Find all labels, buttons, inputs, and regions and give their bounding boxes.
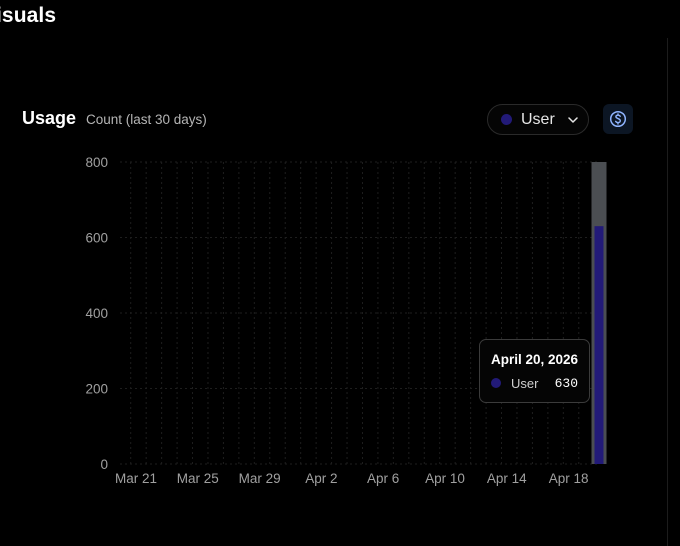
tooltip-series-dot — [491, 378, 501, 388]
x-tick-label: Apr 18 — [549, 471, 589, 486]
x-tick-label: Mar 29 — [239, 471, 281, 486]
y-tick-label: 200 — [85, 382, 108, 397]
series-select[interactable]: User — [487, 104, 589, 135]
x-tick-label: Apr 2 — [305, 471, 337, 486]
y-tick-label: 600 — [85, 231, 108, 246]
tooltip-date: April 20, 2026 — [491, 352, 579, 367]
x-tick-label: Mar 21 — [115, 471, 157, 486]
dollar-circle-icon — [609, 110, 627, 128]
chevron-down-icon — [568, 116, 578, 123]
bar-user — [594, 226, 604, 464]
x-tick-label: Mar 25 — [177, 471, 219, 486]
series-select-label: User — [521, 110, 555, 128]
x-tick-label: Apr 6 — [367, 471, 399, 486]
usage-chart: 0 200 400 600 800 Mar 21 Mar 25 Mar 29 Apr 2 Apr … — [85, 155, 607, 486]
y-tick-label: 0 — [100, 457, 108, 472]
x-tick-label: Apr 10 — [425, 471, 465, 486]
y-tick-label: 800 — [85, 155, 108, 170]
chart-tooltip: April 20, 2026 User 630 — [479, 339, 590, 403]
currency-button[interactable] — [603, 104, 633, 134]
tooltip-series-label: User — [511, 376, 539, 391]
page-title: isuals — [0, 4, 57, 27]
y-tick-label: 400 — [85, 306, 108, 321]
tooltip-value: 630 — [554, 376, 578, 391]
usage-subtitle: Count (last 30 days) — [86, 112, 207, 127]
x-tick-label: Apr 14 — [487, 471, 527, 486]
series-color-dot — [501, 114, 512, 125]
usage-title: Usage — [22, 108, 77, 128]
